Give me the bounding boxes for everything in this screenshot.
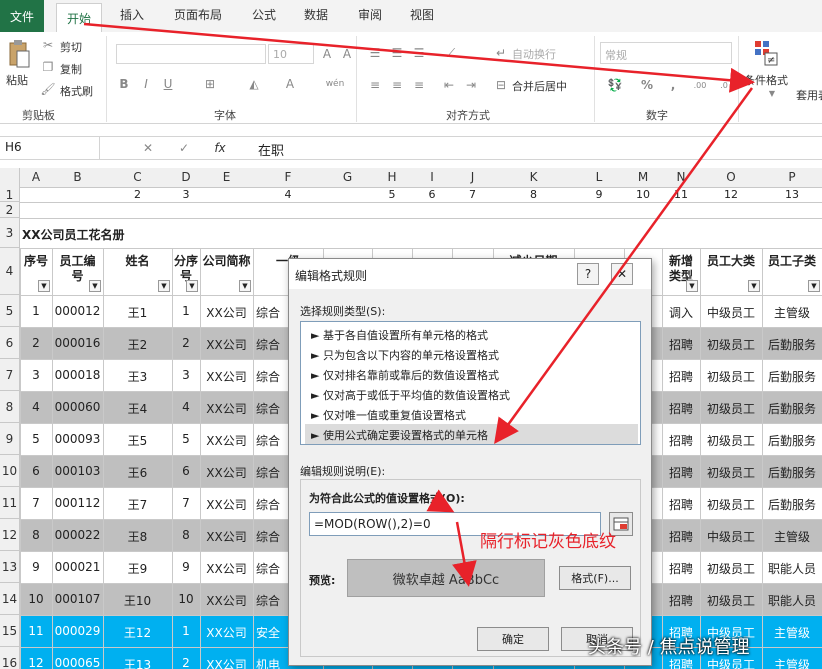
arrow-to-formula-field: [426, 489, 455, 513]
annotation-arrows: [83, 22, 755, 587]
arrow-to-conditional-format: [83, 22, 755, 93]
arrow-to-formula-rule: [494, 87, 754, 445]
arrow-to-preview: [452, 521, 477, 587]
annotation-text: 隔行标记灰色底纹: [480, 532, 616, 552]
watermark: 头条号 / 焦点说管理: [588, 637, 750, 658]
